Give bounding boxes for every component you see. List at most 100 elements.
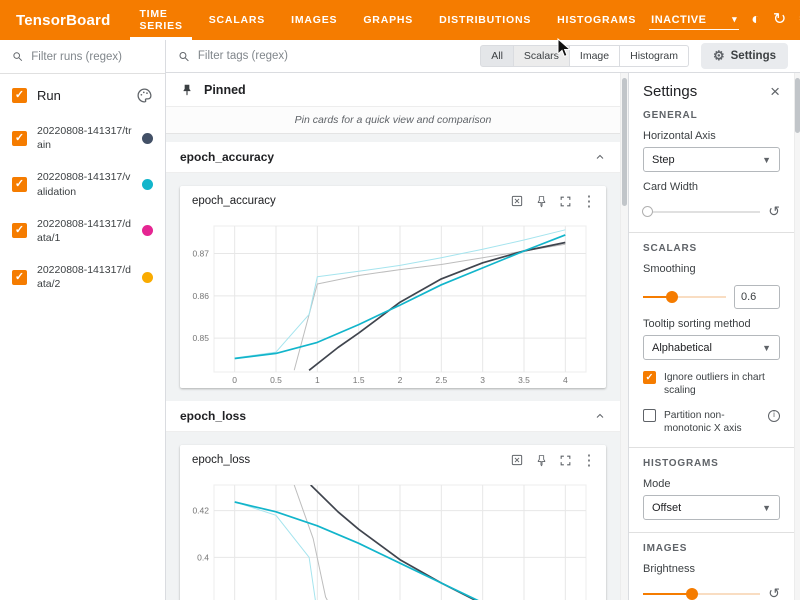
svg-text:3.5: 3.5 <box>518 375 530 385</box>
select-all-runs-checkbox[interactable] <box>12 88 27 103</box>
chevron-up-icon[interactable] <box>594 151 606 163</box>
tensorboard-app: TensorBoard TIME SERIES SCALARS IMAGES G… <box>0 0 800 600</box>
main-nav: TIME SERIES SCALARS IMAGES GRAPHS DISTRI… <box>126 0 649 40</box>
run-label: 20220808-141317/train <box>37 124 132 152</box>
close-icon[interactable]: × <box>770 83 780 100</box>
contrast-theme-icon[interactable]: ◐ <box>751 12 761 28</box>
content-column: All Scalars Image Histogram ⚙ Settings P… <box>166 40 800 600</box>
images-heading: IMAGES <box>643 543 780 554</box>
reload-status-dropdown[interactable]: INACTIVE ▾ <box>649 11 739 30</box>
tooltip-sorting-select[interactable]: Alphabetical ▼ <box>643 335 780 360</box>
scalars-heading: SCALARS <box>643 243 780 254</box>
pin-icon[interactable] <box>530 449 552 471</box>
svg-text:1.5: 1.5 <box>353 375 365 385</box>
tab-time-series[interactable]: TIME SERIES <box>126 0 195 40</box>
tooltip-sorting-value: Alphabetical <box>652 342 712 354</box>
partition-x-axis-option[interactable]: Partition non-monotonic X axis i <box>643 409 780 436</box>
refresh-icon[interactable]: ↻ <box>773 12 786 28</box>
chevron-down-icon: ▾ <box>732 14 737 25</box>
run-label: 20220808-141317/data/2 <box>37 263 132 291</box>
more-options-icon[interactable]: ⋮ <box>578 190 600 212</box>
color-palette-icon[interactable] <box>136 87 153 104</box>
tags-filter-input[interactable] <box>198 50 408 62</box>
pin-icon[interactable] <box>530 190 552 212</box>
fit-domain-icon[interactable] <box>506 449 528 471</box>
pinned-hint: Pin cards for a quick view and compariso… <box>166 107 620 134</box>
tab-graphs[interactable]: GRAPHS <box>350 0 426 40</box>
divider <box>629 232 794 233</box>
settings-scrollbar[interactable] <box>794 73 800 600</box>
reset-icon[interactable]: ↺ <box>768 585 780 600</box>
header-actions: INACTIVE ▾ ◐ ↻ ⚙ ? <box>649 0 800 40</box>
tab-histograms[interactable]: HISTOGRAMS <box>544 0 649 40</box>
histogram-mode-select[interactable]: Offset ▼ <box>643 495 780 520</box>
more-options-icon[interactable]: ⋮ <box>578 449 600 471</box>
settings-button[interactable]: ⚙ Settings <box>701 43 788 69</box>
runs-filter-input[interactable] <box>31 51 153 63</box>
card-actions: ⋮ <box>506 190 600 212</box>
main-scrollbar[interactable] <box>620 73 628 600</box>
partition-x-axis-checkbox[interactable] <box>643 409 656 422</box>
card-header: epoch_accuracy ⋮ <box>180 186 606 216</box>
brightness-control: ↺ <box>643 585 780 600</box>
section-title: epoch_accuracy <box>180 150 274 164</box>
run-checkbox[interactable] <box>12 177 27 192</box>
smoothing-control: 0.6 <box>643 285 780 309</box>
svg-text:4: 4 <box>563 375 568 385</box>
settings-button-label: Settings <box>731 50 776 62</box>
run-row-data-2[interactable]: 20220808-141317/data/2 <box>0 254 165 300</box>
run-label: 20220808-141317/data/1 <box>37 217 132 245</box>
run-row-validation[interactable]: 20220808-141317/validation <box>0 161 165 207</box>
run-checkbox[interactable] <box>12 270 27 285</box>
filter-image-button[interactable]: Image <box>570 45 620 67</box>
plugin-filter-group: All Scalars Image Histogram <box>480 45 689 67</box>
tab-scalars[interactable]: SCALARS <box>196 0 278 40</box>
partition-x-axis-label: Partition non-monotonic X axis <box>664 409 760 436</box>
horizontal-axis-select[interactable]: Step ▼ <box>643 147 780 172</box>
info-icon[interactable]: i <box>768 410 780 422</box>
filter-scalars-button[interactable]: Scalars <box>514 45 570 67</box>
card-width-slider[interactable] <box>643 205 760 219</box>
status-label: INACTIVE <box>651 14 706 26</box>
search-icon <box>12 50 23 63</box>
svg-text:0.86: 0.86 <box>192 291 209 301</box>
fullscreen-icon[interactable] <box>554 190 576 212</box>
gear-icon: ⚙ <box>713 48 725 64</box>
run-color-dot <box>142 272 153 283</box>
runs-sidebar: Run 20220808-141317/train 20220808-14131… <box>0 40 166 600</box>
search-icon <box>178 50 190 63</box>
svg-text:3: 3 <box>480 375 485 385</box>
svg-text:0.85: 0.85 <box>192 333 209 343</box>
scrollbar-thumb[interactable] <box>622 78 627 206</box>
filter-histogram-button[interactable]: Histogram <box>620 45 689 67</box>
run-row-train[interactable]: 20220808-141317/train <box>0 115 165 161</box>
scalar-chart-epoch-loss[interactable]: 00.511.522.533.540.360.380.40.42 <box>184 475 598 600</box>
ignore-outliers-option[interactable]: Ignore outliers in chart scaling <box>643 371 780 398</box>
tab-images[interactable]: IMAGES <box>278 0 350 40</box>
settings-panel: Settings × GENERAL Horizontal Axis Step … <box>628 73 794 600</box>
section-header-epoch-accuracy[interactable]: epoch_accuracy <box>166 142 620 173</box>
smoothing-slider[interactable] <box>643 290 726 304</box>
scrollbar-thumb[interactable] <box>795 78 800 133</box>
tab-distributions[interactable]: DISTRIBUTIONS <box>426 0 544 40</box>
run-row-data-1[interactable]: 20220808-141317/data/1 <box>0 208 165 254</box>
fullscreen-icon[interactable] <box>554 449 576 471</box>
card-header: epoch_loss ⋮ <box>180 445 606 475</box>
brightness-label: Brightness <box>643 563 780 575</box>
histogram-mode-label: Mode <box>643 478 780 490</box>
pin-icon <box>180 83 194 97</box>
pinned-section-header: Pinned <box>166 73 620 107</box>
scalar-chart-epoch-accuracy[interactable]: 00.511.522.533.540.850.860.87 <box>184 216 598 388</box>
smoothing-value-input[interactable]: 0.6 <box>734 285 780 309</box>
brightness-slider[interactable] <box>643 587 760 600</box>
card-actions: ⋮ <box>506 449 600 471</box>
run-checkbox[interactable] <box>12 131 27 146</box>
filter-all-button[interactable]: All <box>480 45 514 67</box>
section-header-epoch-loss[interactable]: epoch_loss <box>166 401 620 432</box>
fit-domain-icon[interactable] <box>506 190 528 212</box>
run-checkbox[interactable] <box>12 223 27 238</box>
ignore-outliers-checkbox[interactable] <box>643 371 656 384</box>
reset-icon[interactable]: ↺ <box>768 203 780 220</box>
chevron-up-icon[interactable] <box>594 410 606 422</box>
svg-text:2: 2 <box>398 375 403 385</box>
